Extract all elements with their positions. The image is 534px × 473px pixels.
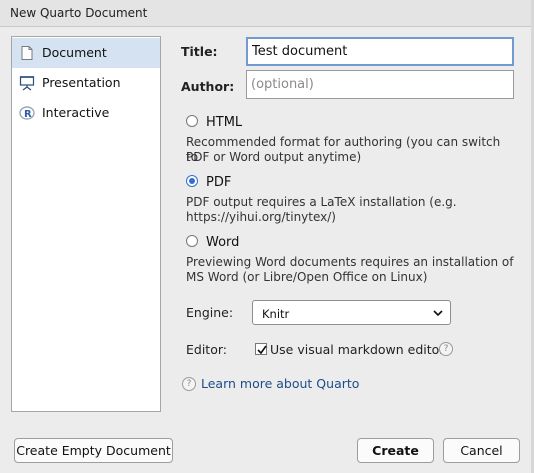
sidebar-item-label: Document xyxy=(42,45,107,60)
pdf-option-description-1: PDF output requires a LaTeX installation… xyxy=(186,195,457,209)
sidebar-item-presentation[interactable]: Presentation xyxy=(12,68,160,98)
word-option-description-1: Previewing Word documents requires an in… xyxy=(186,255,514,269)
pdf-option-label: PDF xyxy=(206,175,232,190)
help-icon: ? xyxy=(182,377,196,391)
r-logo-icon: R xyxy=(19,105,35,121)
cancel-button[interactable]: Cancel xyxy=(443,438,520,463)
document-type-list: Document Presentation R Interactive xyxy=(11,36,161,412)
sidebar-item-interactive[interactable]: R Interactive xyxy=(12,98,160,128)
sidebar-item-label: Presentation xyxy=(42,75,121,90)
word-radio[interactable] xyxy=(186,235,198,247)
word-option-description-2: MS Word (or Libre/Open Office on Linux) xyxy=(186,270,428,284)
engine-select[interactable]: Knitr xyxy=(252,300,451,325)
word-option-label: Word xyxy=(206,235,240,250)
title-input[interactable] xyxy=(246,37,514,66)
pdf-radio[interactable] xyxy=(186,175,198,187)
visual-editor-checkbox[interactable] xyxy=(255,343,267,355)
engine-select-value: Knitr xyxy=(262,307,290,321)
checkmark-icon xyxy=(257,345,267,355)
visual-editor-label: Use visual markdown editor xyxy=(270,342,445,357)
html-radio[interactable] xyxy=(186,115,198,127)
engine-label: Engine: xyxy=(186,305,234,320)
learn-more-link[interactable]: Learn more about Quarto xyxy=(201,376,359,391)
create-empty-document-button[interactable]: Create Empty Document xyxy=(14,438,173,463)
presentation-icon xyxy=(19,75,35,91)
html-option-label: HTML xyxy=(206,115,243,130)
title-label: Title: xyxy=(181,44,218,59)
dialog-titlebar: New Quarto Document xyxy=(0,0,534,27)
pdf-option-description-2: https://yihui.org/tinytex/) xyxy=(186,210,336,224)
help-icon[interactable]: ? xyxy=(439,342,453,356)
html-option-description-2: PDF or Word output anytime) xyxy=(186,150,362,164)
sidebar-item-document[interactable]: Document xyxy=(12,38,160,68)
svg-text:R: R xyxy=(24,109,32,120)
author-input[interactable] xyxy=(246,70,514,99)
editor-label: Editor: xyxy=(186,342,227,357)
create-button[interactable]: Create xyxy=(357,438,434,463)
document-icon xyxy=(19,45,35,61)
chevron-down-icon xyxy=(432,307,444,319)
sidebar-item-label: Interactive xyxy=(42,105,110,120)
author-label: Author: xyxy=(181,79,235,94)
dialog-title: New Quarto Document xyxy=(10,6,148,20)
